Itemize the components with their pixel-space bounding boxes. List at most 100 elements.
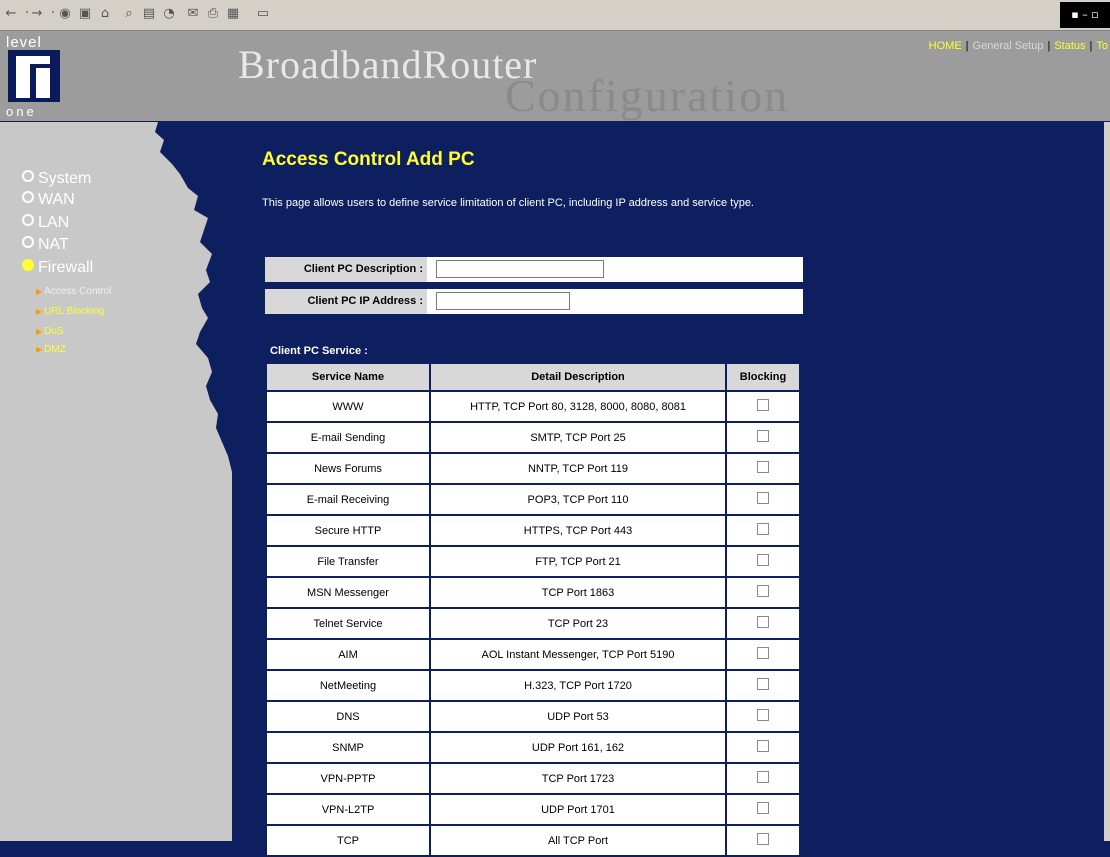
- sidebar-subitem-dos[interactable]: ▶ DoS: [36, 326, 64, 337]
- blocking-checkbox[interactable]: [757, 399, 769, 411]
- blocking-checkbox[interactable]: [757, 461, 769, 473]
- service-description: POP3, TCP Port 110: [429, 483, 727, 516]
- browser-toolbar: ← · → · ◉ ▣ ⌂ ⌕ ▤ ◔ ✉ ⎙ ▦ ▭ ▪ – ▫: [0, 0, 1110, 31]
- service-description: AOL Instant Messenger, TCP Port 5190: [429, 638, 727, 671]
- window-controls[interactable]: ▪ – ▫: [1060, 2, 1110, 28]
- blocking-checkbox[interactable]: [757, 616, 769, 628]
- sidebar-item-wan[interactable]: WAN: [22, 191, 75, 209]
- favorites-icon[interactable]: ▤: [142, 7, 156, 21]
- logo-text-bottom: one: [6, 104, 37, 119]
- blocking-checkbox[interactable]: [757, 833, 769, 845]
- blocking-checkbox[interactable]: [757, 554, 769, 566]
- link-general-setup[interactable]: General Setup: [971, 40, 1046, 52]
- column-header-blocking: Blocking: [725, 362, 801, 392]
- service-description: HTTPS, TCP Port 443: [429, 514, 727, 547]
- service-name: File Transfer: [265, 545, 431, 578]
- client-pc-ip-row: Client PC IP Address :: [264, 288, 804, 315]
- sidebar-item-firewall[interactable]: Firewall: [22, 259, 93, 277]
- service-description: UDP Port 53: [429, 700, 727, 733]
- link-tools[interactable]: To: [1094, 40, 1110, 52]
- mail-icon[interactable]: ✉: [186, 7, 200, 21]
- column-header-service-name: Service Name: [265, 362, 431, 392]
- service-name: WWW: [265, 390, 431, 423]
- service-description: NNTP, TCP Port 119: [429, 452, 727, 485]
- blocking-checkbox[interactable]: [757, 523, 769, 535]
- service-name: News Forums: [265, 452, 431, 485]
- table-row: Telnet Service TCP Port 23: [265, 607, 801, 640]
- radio-icon: [22, 191, 34, 203]
- table-row: WWW HTTP, TCP Port 80, 3128, 8000, 8080, …: [265, 390, 801, 423]
- service-name: NetMeeting: [265, 669, 431, 702]
- table-row: DNS UDP Port 53: [265, 700, 801, 733]
- sidebar-subitem-dmz[interactable]: ▶ DMZ: [36, 344, 66, 355]
- history-icon[interactable]: ◔: [162, 7, 176, 21]
- blocking-checkbox[interactable]: [757, 492, 769, 504]
- service-description: TCP Port 23: [429, 607, 727, 640]
- sidebar-subitem-url-blocking[interactable]: ▶ URL Blocking: [36, 306, 104, 317]
- discuss-icon[interactable]: ▭: [256, 7, 270, 21]
- sidebar-item-system[interactable]: System: [22, 170, 91, 188]
- client-pc-ip-input[interactable]: [436, 292, 570, 310]
- arrow-icon: ▶: [36, 327, 43, 336]
- link-status[interactable]: Status: [1052, 40, 1087, 52]
- sidebar-item-lan[interactable]: LAN: [22, 214, 69, 232]
- service-name: Secure HTTP: [265, 514, 431, 547]
- table-row: MSN Messenger TCP Port 1863: [265, 576, 801, 609]
- service-description: HTTP, TCP Port 80, 3128, 8000, 8080, 808…: [429, 390, 727, 423]
- blocking-checkbox[interactable]: [757, 771, 769, 783]
- home-icon[interactable]: ⌂: [98, 7, 112, 21]
- service-name: VPN-PPTP: [265, 762, 431, 795]
- service-name: Telnet Service: [265, 607, 431, 640]
- blocking-checkbox[interactable]: [757, 430, 769, 442]
- brand-subtitle: Configuration: [505, 70, 790, 121]
- table-row: SNMP UDP Port 161, 162: [265, 731, 801, 764]
- client-pc-description-label: Client PC Description :: [265, 257, 427, 282]
- client-pc-description-input[interactable]: [436, 260, 604, 278]
- table-row: File Transfer FTP, TCP Port 21: [265, 545, 801, 578]
- arrow-icon: ▶: [36, 287, 43, 296]
- service-description: TCP Port 1723: [429, 762, 727, 795]
- link-home[interactable]: HOME: [927, 40, 964, 52]
- back-icon[interactable]: ←: [4, 7, 18, 21]
- stop-icon[interactable]: ◉: [58, 7, 72, 21]
- service-name: E-mail Sending: [265, 421, 431, 454]
- radio-icon: [22, 236, 34, 248]
- edit-icon[interactable]: ▦: [226, 7, 240, 21]
- table-row: VPN-PPTP TCP Port 1723: [265, 762, 801, 795]
- blocking-checkbox[interactable]: [757, 678, 769, 690]
- table-row: Secure HTTP HTTPS, TCP Port 443: [265, 514, 801, 547]
- table-row: E-mail Sending SMTP, TCP Port 25: [265, 421, 801, 454]
- levelone-logo[interactable]: level one: [6, 34, 68, 120]
- arrow-icon: ▶: [36, 307, 43, 316]
- blocking-checkbox[interactable]: [757, 709, 769, 721]
- blocking-checkbox[interactable]: [757, 647, 769, 659]
- header-banner: level one BroadbandRouter Configuration …: [0, 31, 1110, 121]
- service-table: Service Name Detail Description Blocking…: [265, 362, 801, 857]
- client-pc-description-row: Client PC Description :: [264, 256, 804, 283]
- radio-icon: [22, 170, 34, 182]
- service-name: MSN Messenger: [265, 576, 431, 609]
- vertical-scrollbar[interactable]: [1104, 122, 1110, 841]
- sidebar-subitem-access-control[interactable]: ▶ Access Control: [36, 286, 111, 297]
- print-icon[interactable]: ⎙: [206, 7, 220, 21]
- refresh-icon[interactable]: ▣: [78, 7, 92, 21]
- service-description: H.323, TCP Port 1720: [429, 669, 727, 702]
- table-row: VPN-L2TP UDP Port 1701: [265, 793, 801, 826]
- forward-icon[interactable]: →: [30, 7, 44, 21]
- table-row: NetMeeting H.323, TCP Port 1720: [265, 669, 801, 702]
- service-name: E-mail Receiving: [265, 483, 431, 516]
- sidebar-item-nat[interactable]: NAT: [22, 236, 69, 254]
- table-row: AIM AOL Instant Messenger, TCP Port 5190: [265, 638, 801, 671]
- page-title: Access Control Add PC: [262, 149, 475, 170]
- top-links: HOME | General Setup | Status | To: [927, 40, 1110, 52]
- blocking-checkbox[interactable]: [757, 585, 769, 597]
- service-name: DNS: [265, 700, 431, 733]
- search-icon[interactable]: ⌕: [122, 7, 136, 21]
- service-name: SNMP: [265, 731, 431, 764]
- blocking-checkbox[interactable]: [757, 802, 769, 814]
- blocking-checkbox[interactable]: [757, 740, 769, 752]
- table-row: E-mail Receiving POP3, TCP Port 110: [265, 483, 801, 516]
- page-description: This page allows users to define service…: [262, 197, 754, 209]
- service-description: UDP Port 1701: [429, 793, 727, 826]
- service-description: FTP, TCP Port 21: [429, 545, 727, 578]
